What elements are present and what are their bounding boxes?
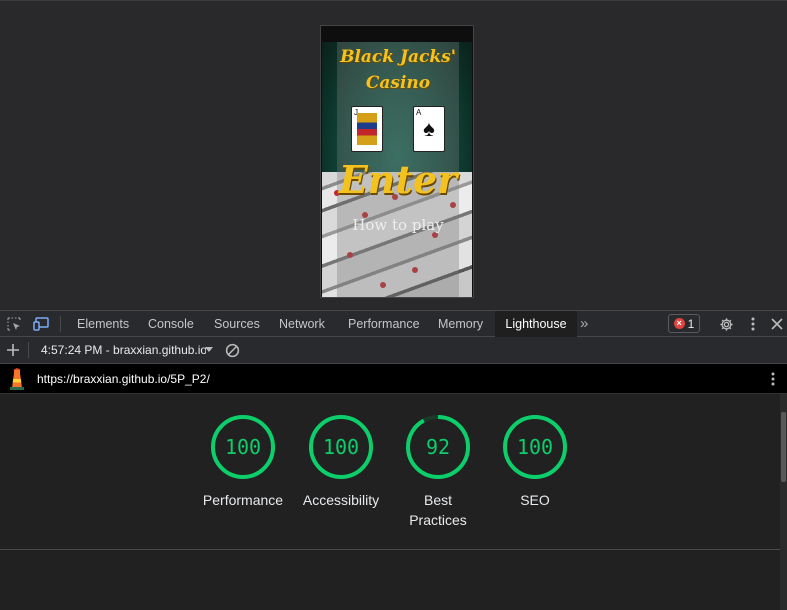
tab-network[interactable]: Network [279, 311, 325, 337]
tab-sources[interactable]: Sources [214, 311, 260, 337]
score-value: 100 [225, 435, 261, 459]
new-report-plus-icon[interactable] [4, 337, 22, 363]
score-gauge-best-practices[interactable]: 92 Best Practices [388, 414, 488, 530]
lighthouse-toolbar: 4:57:24 PM - braxxian.github.io [0, 337, 787, 364]
devtools-tab-bar: Elements Console Sources Network Perform… [0, 310, 787, 337]
error-count-badge[interactable]: × 1 [668, 314, 700, 333]
more-tabs-icon[interactable]: » [580, 311, 588, 337]
tab-lighthouse[interactable]: Lighthouse [495, 311, 577, 337]
tab-console[interactable]: Console [148, 311, 194, 337]
tab-performance[interactable]: Performance [348, 311, 420, 337]
score-gauge-accessibility[interactable]: 100 Accessibility [291, 414, 391, 510]
report-selector[interactable]: 4:57:24 PM - braxxian.github.io [41, 337, 206, 363]
score-gauge-performance[interactable]: 100 Performance [193, 414, 293, 510]
error-count: 1 [687, 316, 695, 331]
tab-elements[interactable]: Elements [77, 311, 129, 337]
clear-all-icon[interactable] [223, 337, 241, 363]
inspect-element-icon[interactable] [4, 311, 24, 337]
report-scrollbar[interactable] [780, 394, 787, 610]
close-devtools-icon[interactable] [769, 311, 785, 337]
mobile-preview[interactable]: Black Jacks' Casino J A ♠ Enter How to p… [320, 25, 474, 298]
enter-button[interactable]: Enter [321, 158, 473, 202]
chevron-down-icon[interactable] [203, 337, 215, 363]
settings-gear-icon[interactable] [716, 311, 736, 337]
score-label: Accessibility [302, 492, 380, 508]
audited-url: https://braxxian.github.io/5P_P2/ [37, 372, 210, 386]
score-ring: 92 [406, 415, 470, 479]
more-options-icon[interactable] [745, 311, 761, 337]
jack-card-image: J [351, 106, 383, 152]
device-toolbar-icon[interactable] [30, 311, 52, 337]
report-menu-icon[interactable] [765, 366, 781, 392]
score-ring: 100 [309, 415, 373, 479]
score-label: Best Practices [409, 492, 467, 528]
score-ring: 100 [211, 415, 275, 479]
score-ring: 100 [503, 415, 567, 479]
error-icon: × [673, 318, 685, 329]
section-divider [0, 549, 780, 550]
scrollbar-thumb[interactable] [781, 412, 786, 482]
score-gauge-seo[interactable]: 100 SEO [485, 414, 585, 510]
lighthouse-logo-icon [7, 366, 27, 392]
site-title: Black Jacks' Casino [340, 47, 456, 93]
how-to-play-link[interactable]: How to play [321, 215, 473, 235]
score-label: SEO [520, 492, 550, 508]
report-url-bar: https://braxxian.github.io/5P_P2/ [0, 364, 787, 394]
score-value: 92 [426, 435, 450, 459]
device-viewport: Black Jacks' Casino J A ♠ Enter How to p… [0, 0, 787, 310]
ace-of-spades-card-image: A ♠ [413, 106, 445, 152]
score-value: 100 [323, 435, 359, 459]
tab-memory[interactable]: Memory [438, 311, 483, 337]
lighthouse-report: 100 Performance 100 Accessibility 92 Bes… [0, 394, 780, 610]
score-label: Performance [202, 492, 284, 508]
score-value: 100 [517, 435, 553, 459]
